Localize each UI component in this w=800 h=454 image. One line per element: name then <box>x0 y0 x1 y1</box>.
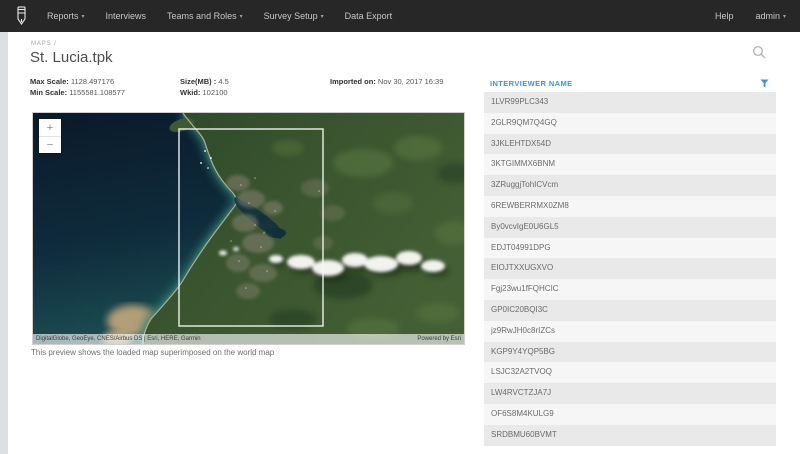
chevron-down-icon: ▾ <box>82 14 85 20</box>
collapsed-side-strip <box>0 32 8 454</box>
top-navbar: Reports▾ Interviews Teams and Roles▾ Sur… <box>0 0 800 32</box>
list-item[interactable]: EDJT04991DPG <box>484 238 776 259</box>
chevron-down-icon: ▾ <box>240 14 243 20</box>
map-size-meta: Size(MB) : 4.5 Wkid: 102100 <box>180 76 229 98</box>
page-title: St. Lucia.tpk <box>30 49 113 66</box>
app-logo-pen-icon[interactable] <box>14 5 30 27</box>
map-scale-meta: Max Scale: 1128.497176 Min Scale: 115558… <box>30 76 125 98</box>
zoom-in-button[interactable]: + <box>39 119 61 136</box>
map-zoom-control: + − <box>39 119 61 153</box>
filter-funnel-icon[interactable] <box>760 79 769 88</box>
list-item[interactable]: 2GLR9QM7Q4GQ <box>484 113 776 134</box>
list-item[interactable]: KGP9Y4YQP5BG <box>484 342 776 363</box>
list-item[interactable]: LSJC32A2TVOQ <box>484 362 776 383</box>
list-item[interactable]: GP0IC20BQI3C <box>484 300 776 321</box>
interviewer-panel: INTERVIEWER NAME 1LVR99PLC3432GLR9QM7Q4G… <box>484 75 776 446</box>
breadcrumb[interactable]: MAPS / <box>31 41 57 47</box>
nav-item-reports[interactable]: Reports▾ <box>47 11 85 21</box>
search-icon[interactable] <box>752 45 767 60</box>
list-item[interactable]: 6REWBERRMX0ZM8 <box>484 196 776 217</box>
nav-item-teams-and-roles[interactable]: Teams and Roles▾ <box>167 11 243 21</box>
nav-item-data-export[interactable]: Data Export <box>345 11 393 21</box>
list-item[interactable]: LW4RVCTZJA7J <box>484 383 776 404</box>
nav-item-interviews[interactable]: Interviews <box>106 11 147 21</box>
interviewer-name-column-header[interactable]: INTERVIEWER NAME <box>490 79 573 88</box>
list-item[interactable]: EIOJTXXUGXVO <box>484 258 776 279</box>
list-item[interactable]: By0vcvIgE0U6GL5 <box>484 217 776 238</box>
list-item[interactable]: Fgj23wu1fFQHCIC <box>484 279 776 300</box>
nav-item-survey-setup[interactable]: Survey Setup▾ <box>264 11 324 21</box>
chevron-down-icon: ▾ <box>783 14 786 20</box>
list-item[interactable]: 1LVR99PLC343 <box>484 92 776 113</box>
list-item[interactable]: 3ZRuggjTohICVcm <box>484 175 776 196</box>
map-imported-meta: Imported on: Nov 30, 2017 16:39 <box>330 76 443 87</box>
interviewer-list: 1LVR99PLC3432GLR9QM7Q4GQ3JKLEHTDX54D3KTG… <box>484 92 776 446</box>
list-item[interactable]: 3KTGIMMX6BNM <box>484 154 776 175</box>
admin-user-menu[interactable]: admin▾ <box>755 11 786 21</box>
help-link[interactable]: Help <box>715 11 734 21</box>
list-item[interactable]: OF6S8M4KULG9 <box>484 404 776 425</box>
powered-by-esri[interactable]: Powered by Esri <box>417 336 461 342</box>
list-item[interactable]: SRDBMU60BVMT <box>484 425 776 446</box>
interviewer-list-header: INTERVIEWER NAME <box>484 75 776 92</box>
satellite-basemap <box>33 113 464 344</box>
map-preview[interactable]: + − DigitalGlobe, GeoEye, CNES/Airbus DS… <box>32 112 465 345</box>
chevron-down-icon: ▾ <box>321 14 324 20</box>
list-item[interactable]: 3JKLEHTDX54D <box>484 134 776 155</box>
list-item[interactable]: jz9RwJH0c8rIZCs <box>484 321 776 342</box>
zoom-out-button[interactable]: − <box>39 136 61 153</box>
map-attribution-bar: DigitalGlobe, GeoEye, CNES/Airbus DS | E… <box>33 334 464 344</box>
map-caption: This preview shows the loaded map superi… <box>31 348 274 357</box>
map-attribution: DigitalGlobe, GeoEye, CNES/Airbus DS | E… <box>36 336 201 342</box>
